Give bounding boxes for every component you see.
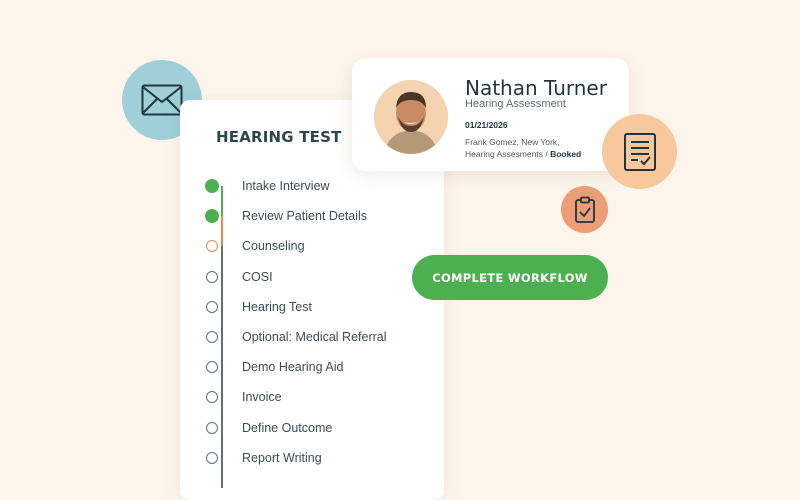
step-status-dot bbox=[206, 391, 218, 404]
clipboard-check-icon bbox=[574, 196, 595, 223]
panel-title: HEARING TEST bbox=[216, 128, 342, 146]
clipboard-icon-circle bbox=[561, 186, 608, 233]
step-label: Invoice bbox=[242, 390, 282, 405]
patient-name: Nathan Turner bbox=[465, 76, 607, 100]
workflow-step[interactable]: Intake Interview bbox=[205, 176, 330, 196]
location-line-1: Frank Gomez, New York, bbox=[465, 137, 560, 147]
step-status-dot bbox=[206, 331, 218, 343]
workflow-step[interactable]: Review Patient Details bbox=[205, 206, 368, 226]
step-status-dot bbox=[206, 451, 218, 464]
appointment-type: Hearing Assessment bbox=[465, 98, 566, 110]
step-label: Demo Hearing Aid bbox=[242, 360, 344, 375]
document-check-icon bbox=[623, 132, 656, 171]
step-label: Counseling bbox=[242, 239, 305, 254]
workflow-step[interactable]: Demo Hearing Aid bbox=[206, 357, 343, 377]
location-line-2: Hearing Assesments / bbox=[465, 149, 548, 159]
avatar bbox=[374, 80, 448, 154]
step-status-dot bbox=[206, 300, 218, 313]
workflow-step[interactable]: Report Writing bbox=[206, 448, 322, 468]
document-icon-circle bbox=[602, 114, 677, 189]
workflow-step[interactable]: Optional: Medical Referral bbox=[206, 327, 387, 347]
workflow-step[interactable]: Invoice bbox=[206, 387, 282, 407]
workflow-step[interactable]: Define Outcome bbox=[206, 418, 332, 438]
workflow-step[interactable]: COSI bbox=[206, 267, 273, 287]
step-status-dot bbox=[206, 270, 218, 283]
workflow-step[interactable]: Hearing Test bbox=[206, 297, 312, 317]
step-label: Hearing Test bbox=[242, 299, 312, 314]
step-status-dot bbox=[205, 179, 219, 193]
appointment-date: 01/21/2026 bbox=[465, 120, 508, 130]
status-badge: Booked bbox=[550, 149, 582, 159]
step-status-dot bbox=[205, 209, 219, 224]
step-status-dot bbox=[206, 361, 218, 374]
step-label: Report Writing bbox=[242, 450, 322, 465]
step-label: Intake Interview bbox=[242, 179, 330, 193]
step-status-dot bbox=[206, 240, 218, 253]
appointment-location: Frank Gomez, New York, Hearing Assesment… bbox=[465, 136, 625, 160]
step-label: Review Patient Details bbox=[242, 209, 368, 224]
patient-card[interactable]: Nathan Turner Hearing Assessment 01/21/2… bbox=[352, 58, 629, 171]
step-label: Define Outcome bbox=[242, 420, 333, 435]
step-status-dot bbox=[206, 421, 218, 434]
mail-icon bbox=[141, 84, 183, 116]
complete-workflow-button[interactable]: COMPLETE WORKFLOW bbox=[412, 255, 608, 300]
step-label: Optional: Medical Referral bbox=[242, 330, 387, 344]
workflow-step[interactable]: Counseling bbox=[206, 236, 305, 256]
step-label: COSI bbox=[242, 269, 273, 284]
